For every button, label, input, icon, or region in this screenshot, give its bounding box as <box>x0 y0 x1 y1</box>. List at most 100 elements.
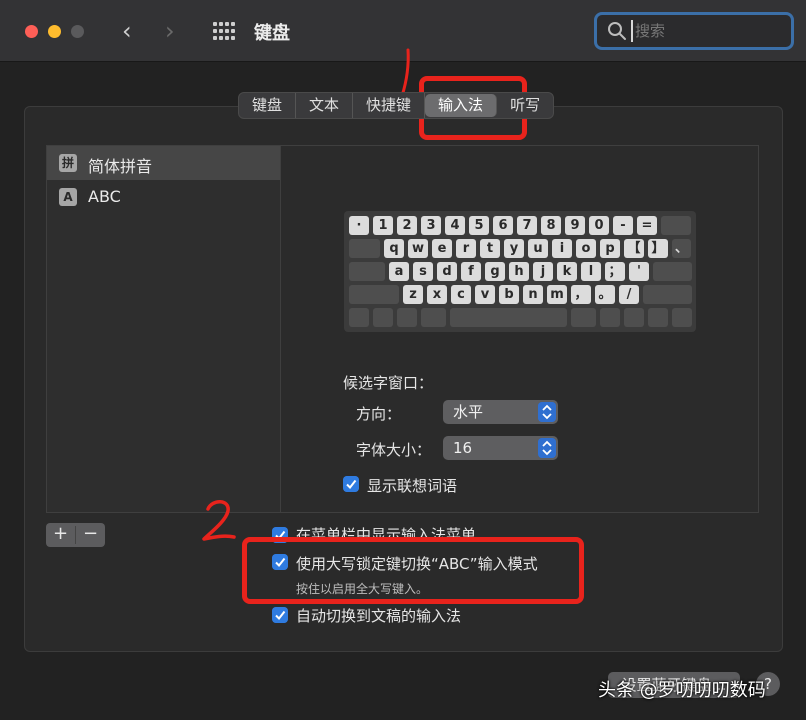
keyboard-key: u <box>528 239 548 258</box>
close-window-button[interactable] <box>25 25 38 38</box>
keyboard-key: n <box>523 285 543 304</box>
keyboard-key-delete <box>661 216 691 235</box>
back-button[interactable]: ‹ <box>122 17 132 45</box>
keyboard-key-command <box>420 308 446 327</box>
direction-popup[interactable]: 水平 <box>443 400 558 424</box>
keyboard-key: z <box>403 285 423 304</box>
add-input-source-button[interactable]: + <box>46 523 75 547</box>
keyboard-key: p <box>600 239 620 258</box>
keyboard-key: l <box>581 262 601 281</box>
keyboard-key: 6 <box>493 216 513 235</box>
keyboard-key: x <box>427 285 447 304</box>
keyboard-key: ， <box>571 285 591 304</box>
direction-label: 方向： <box>356 405 402 423</box>
keyboard-key: ' <box>629 262 649 281</box>
keyboard-key-arrow-right <box>672 308 693 327</box>
search-box[interactable] <box>594 12 794 50</box>
keyboard-key: j <box>533 262 553 281</box>
keyboard-key: d <box>437 262 457 281</box>
keyboard-key: b <box>499 285 519 304</box>
keyboard-key-fn <box>349 308 369 327</box>
keyboard-key: o <box>576 239 596 258</box>
tab-shortcuts[interactable]: 快捷键 <box>353 93 426 118</box>
keyboard-key-option <box>396 308 417 327</box>
remove-input-source-button[interactable]: − <box>76 523 105 547</box>
minimize-window-button[interactable] <box>48 25 61 38</box>
keyboard-key: w <box>408 239 428 258</box>
keyboard-key: y <box>504 239 524 258</box>
keyboard-key: s <box>413 262 433 281</box>
add-remove-control: + − <box>46 523 105 547</box>
font-size-popup[interactable]: 16 <box>443 436 558 460</box>
forward-button[interactable]: › <box>165 17 175 45</box>
keyboard-row: a s d f g h j k l ； ' <box>349 262 696 281</box>
keyboard-key: 7 <box>517 216 537 235</box>
keyboard-key: / <box>619 285 639 304</box>
input-source-label: 简体拼音 <box>88 157 153 176</box>
pinyin-badge-icon: 拼 <box>59 154 77 172</box>
keyboard-key: 2 <box>397 216 417 235</box>
keyboard-key: r <box>456 239 476 258</box>
search-input[interactable] <box>631 20 781 42</box>
tab-text[interactable]: 文本 <box>296 93 354 118</box>
keyboard-row <box>349 308 696 327</box>
tab-input-sources[interactable]: 输入法 <box>425 94 498 117</box>
auto-switch-label: 自动切换到文稿的输入法 <box>296 607 462 625</box>
direction-value: 水平 <box>453 403 484 421</box>
keyboard-key: h <box>509 262 529 281</box>
show-predictions-checkbox[interactable] <box>343 476 359 492</box>
keyboard-key: - <box>613 216 633 235</box>
keyboard-key-shift-right <box>643 285 692 304</box>
keyboard-key: 0 <box>589 216 609 235</box>
keyboard-key: ； <box>605 262 625 281</box>
keyboard-key: m <box>547 285 567 304</box>
zoom-window-button[interactable] <box>71 25 84 38</box>
keyboard-key-arrow-updown <box>648 308 669 327</box>
keyboard-key: 【 <box>624 239 644 258</box>
keyboard-key: 、 <box>672 239 691 258</box>
auto-switch-checkbox[interactable] <box>272 607 288 623</box>
keyboard-key: 8 <box>541 216 561 235</box>
keyboard-key-shift <box>349 285 399 304</box>
keyboard-key-option-right <box>600 308 621 327</box>
font-size-label: 字体大小： <box>356 441 432 459</box>
keyboard-key: c <box>451 285 471 304</box>
chevron-updown-icon <box>538 438 556 458</box>
annotation-box-caps-lock <box>242 537 584 604</box>
keyboard-key: 】 <box>648 239 668 258</box>
chevron-updown-icon <box>538 402 556 422</box>
keyboard-key: q <box>384 239 404 258</box>
tab-keyboard[interactable]: 键盘 <box>239 93 297 118</box>
abc-badge-icon: A <box>59 188 77 206</box>
font-size-value: 16 <box>453 439 473 457</box>
window-title: 键盘 <box>254 23 290 44</box>
input-source-label: ABC <box>88 187 121 206</box>
keyboard-key: g <box>485 262 505 281</box>
keyboard-key: 9 <box>565 216 585 235</box>
keyboard-row: z x c v b n m ， 。 / <box>349 285 696 304</box>
keyboard-key: e <box>432 239 452 258</box>
tab-bar: 键盘 文本 快捷键 输入法 听写 <box>238 92 555 119</box>
input-source-pinyin[interactable]: 拼 简体拼音 <box>47 146 280 180</box>
show-predictions-label: 显示联想词语 <box>367 477 458 495</box>
show-all-grid-icon[interactable] <box>213 22 235 40</box>
keyboard-key: 5 <box>469 216 489 235</box>
keyboard-key-tab <box>349 239 380 258</box>
input-source-abc[interactable]: A ABC <box>47 180 280 214</box>
keyboard-key: 3 <box>421 216 441 235</box>
keyboard-key: 4 <box>445 216 465 235</box>
tab-dictation[interactable]: 听写 <box>497 93 553 118</box>
candidate-window-heading: 候选字窗口： <box>343 374 434 392</box>
watermark: 头条 @罗叨叨叨数码 <box>598 680 766 701</box>
input-source-list[interactable]: 拼 简体拼音 A ABC <box>46 145 281 513</box>
keyboard-row: q w e r t y u i o p 【 】 、 <box>349 239 696 258</box>
keyboard-key: f <box>461 262 481 281</box>
keyboard-key: = <box>637 216 657 235</box>
keyboard-key: 1 <box>373 216 393 235</box>
keyboard-key: v <box>475 285 495 304</box>
keyboard-key-capslock <box>349 262 385 281</box>
keyboard-key: · <box>349 216 369 235</box>
annotation-number-2-icon <box>202 500 236 541</box>
search-icon <box>608 22 626 40</box>
keyboard-key-control <box>372 308 393 327</box>
